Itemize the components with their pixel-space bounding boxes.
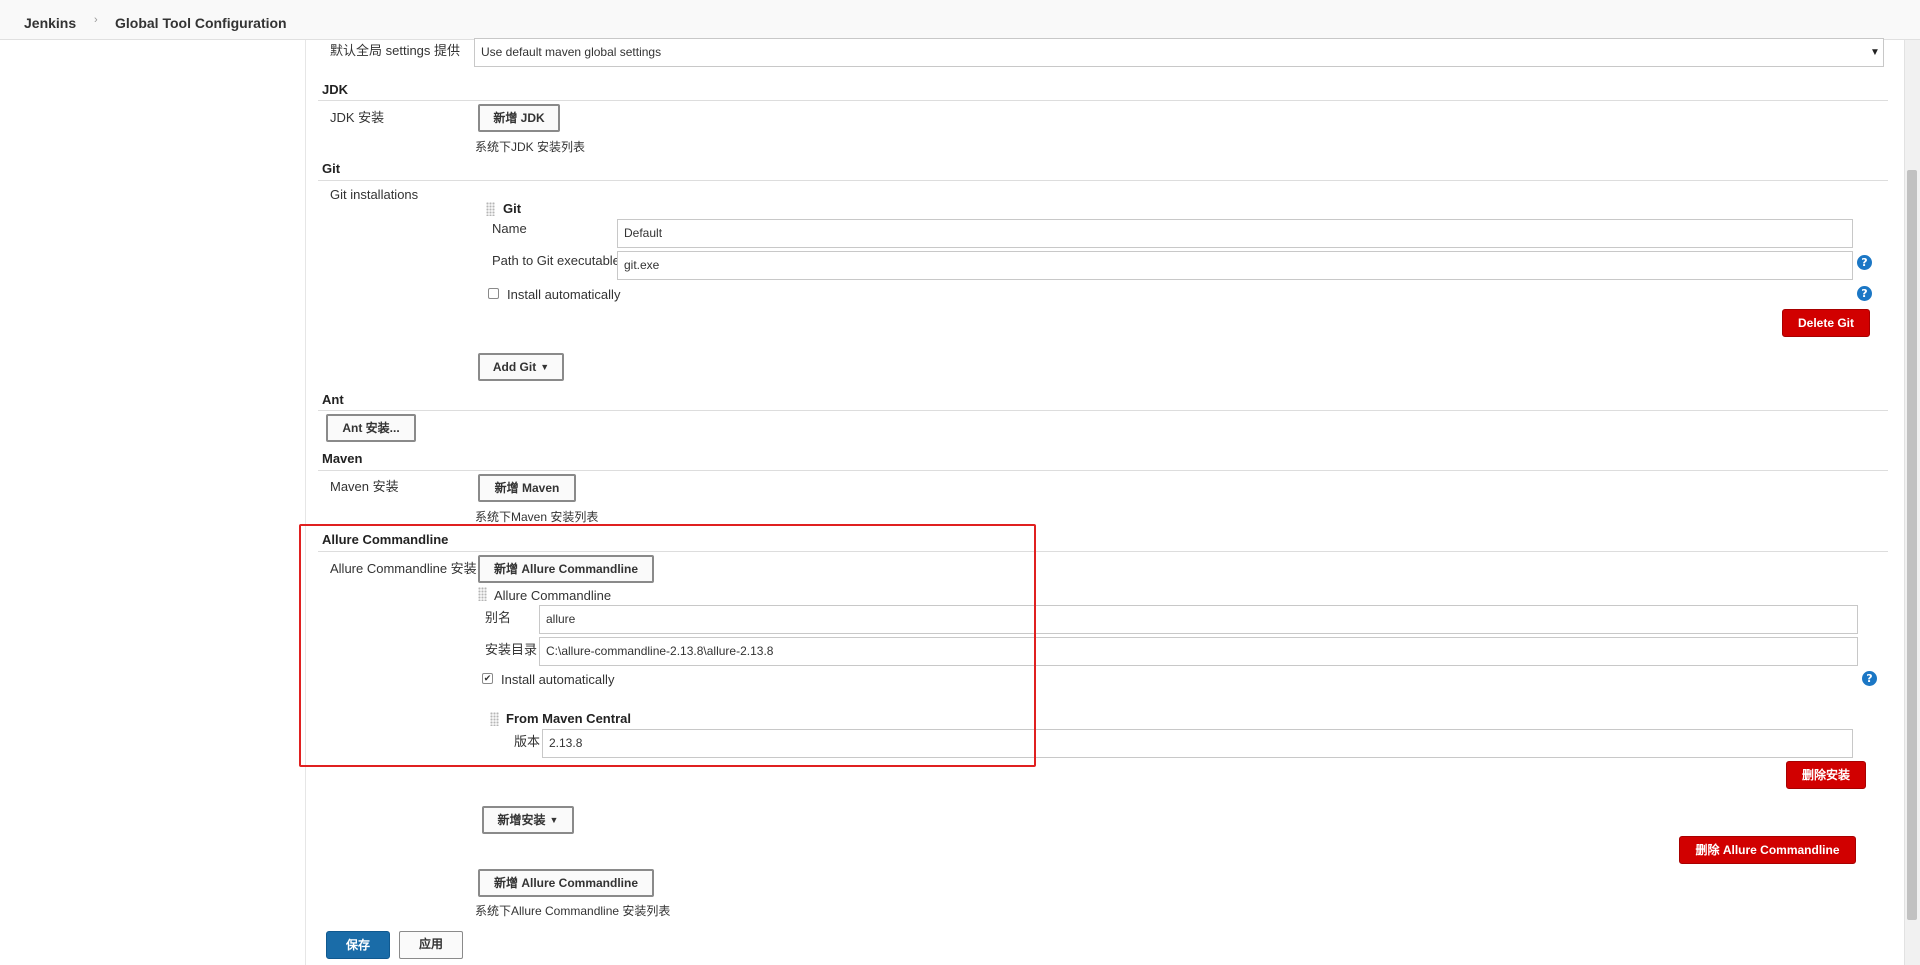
caret-down-icon: ▼ [540, 362, 550, 372]
git-item-title: Git [503, 201, 522, 216]
git-name-label: Name [492, 221, 527, 236]
divider [318, 100, 1888, 101]
delete-install-button[interactable]: 删除安装 [1786, 761, 1866, 789]
section-title-jdk: JDK [322, 82, 349, 97]
scrollbar-thumb[interactable] [1907, 170, 1917, 920]
git-install-auto-label: Install automatically [507, 287, 621, 302]
jdk-description: 系统下JDK 安装列表 [475, 140, 586, 154]
divider [318, 180, 1888, 181]
jdk-label: JDK 安装 [330, 110, 385, 125]
help-icon[interactable]: ? [1857, 255, 1872, 270]
git-installations-label: Git installations [330, 187, 419, 202]
add-installer-button[interactable]: 新增安装 ▼ [482, 806, 574, 834]
git-name-input[interactable]: Default [617, 219, 1853, 248]
add-git-button[interactable]: Add Git ▼ [478, 353, 564, 381]
git-path-label: Path to Git executable [492, 253, 620, 268]
section-title-maven: Maven [322, 451, 363, 466]
breadcrumb-page[interactable]: Global Tool Configuration [115, 15, 287, 31]
maven-global-settings-select[interactable]: Use default maven global settings [474, 38, 1884, 67]
chevron-down-icon: ▼ [1870, 47, 1880, 58]
caret-down-icon: ▼ [549, 815, 559, 825]
git-path-input[interactable]: git.exe [617, 251, 1853, 280]
help-icon[interactable]: ? [1862, 671, 1877, 686]
maven-label: Maven 安装 [330, 479, 399, 494]
maven-description: 系统下Maven 安装列表 [475, 510, 599, 524]
apply-button[interactable]: 应用 [399, 931, 463, 959]
divider [318, 410, 1888, 411]
top-bar: Jenkins › Global Tool Configuration [0, 0, 1920, 40]
add-maven-button[interactable]: 新增 Maven [478, 474, 576, 502]
section-title-git: Git [322, 161, 341, 176]
allure-description: 系统下Allure Commandline 安装列表 [475, 904, 671, 918]
add-allure-button-bottom[interactable]: 新增 Allure Commandline [478, 869, 654, 897]
delete-git-button[interactable]: Delete Git [1782, 309, 1870, 337]
delete-allure-button[interactable]: 删除 Allure Commandline [1679, 836, 1856, 864]
maven-global-settings-label: 默认全局 settings 提供 [330, 43, 461, 58]
breadcrumb-jenkins[interactable]: Jenkins [24, 15, 76, 31]
drag-handle-icon[interactable] [486, 202, 495, 216]
divider [318, 470, 1888, 471]
breadcrumb-chevron-icon: › [94, 14, 98, 26]
add-ant-button[interactable]: Ant 安装... [326, 414, 416, 442]
annotation-highlight-box [299, 524, 1036, 767]
side-panel-divider [305, 40, 306, 965]
add-git-label: Add Git [492, 360, 537, 374]
section-title-ant: Ant [322, 392, 344, 407]
add-jdk-button[interactable]: 新增 JDK [478, 104, 560, 132]
help-icon[interactable]: ? [1857, 286, 1872, 301]
git-install-auto-checkbox[interactable] [488, 288, 499, 299]
add-installer-label: 新增安装 [497, 813, 546, 827]
save-button[interactable]: 保存 [326, 931, 390, 959]
